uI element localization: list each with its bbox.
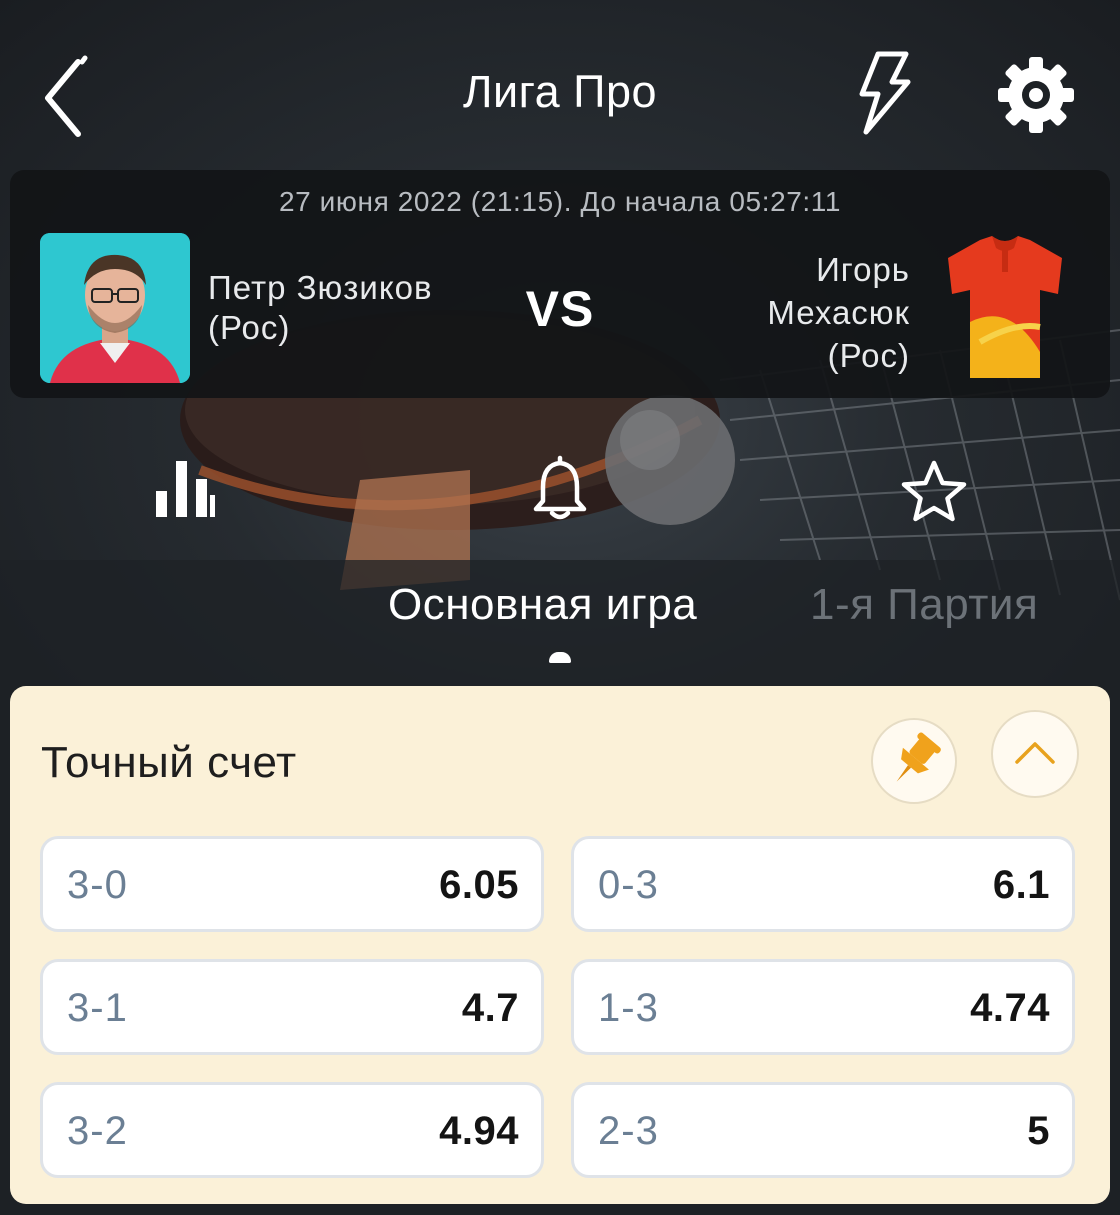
tab-main-game[interactable]: Основная игра xyxy=(388,580,697,630)
pin-market-button[interactable] xyxy=(871,718,957,804)
page-title: Лига Про xyxy=(462,66,658,117)
odds-value: 6.05 xyxy=(439,863,519,907)
player2-name: Игорь Мехасюк (Рос) xyxy=(610,248,910,377)
odds-value: 4.94 xyxy=(439,1109,519,1153)
match-datetime: 27 июня 2022 (21:15). До начала 05:27:11 xyxy=(278,186,842,217)
gear-icon xyxy=(998,57,1074,133)
player1-name-line: Петр Зюзиков xyxy=(208,269,433,306)
player2-name-line2: Мехасюк xyxy=(767,294,910,331)
match-actions xyxy=(0,455,1120,525)
statistics-button[interactable] xyxy=(150,455,220,525)
favorite-button[interactable] xyxy=(898,457,970,525)
player1-avatar[interactable] xyxy=(40,233,190,383)
player2-avatar[interactable] xyxy=(940,232,1070,382)
collapse-market-button[interactable] xyxy=(991,710,1079,798)
vs-label: VS xyxy=(525,281,595,337)
match-info-card: 27 июня 2022 (21:15). До начала 05:27:11… xyxy=(10,170,1110,398)
player2-country: (Рос) xyxy=(827,337,910,374)
tab-first-set[interactable]: 1-я Партия xyxy=(810,580,1038,630)
top-navigation-bar: Лига Про xyxy=(0,40,1120,150)
exact-score-market: Точный счет 3-0 6.05 0-3 6.1 3-1 4.7 1-3… xyxy=(10,686,1110,1204)
odds-score: 0-3 xyxy=(598,863,659,907)
player1-country: (Рос) xyxy=(208,309,291,346)
notifications-button[interactable] xyxy=(525,455,595,525)
settings-button[interactable] xyxy=(995,54,1077,136)
market-tabs: Основная игра 1-я Партия xyxy=(0,580,1120,670)
active-tab-indicator xyxy=(549,652,571,663)
odds-score: 3-0 xyxy=(67,863,128,907)
market-title: Точный счет xyxy=(41,738,297,787)
pin-icon xyxy=(896,732,941,782)
lightning-icon xyxy=(859,51,911,135)
odds-button[interactable]: 3-1 4.7 xyxy=(40,959,544,1055)
odds-value: 6.1 xyxy=(992,863,1050,907)
odds-value: 4.7 xyxy=(461,986,519,1030)
odds-score: 3-2 xyxy=(67,1109,128,1153)
odds-button[interactable]: 0-3 6.1 xyxy=(571,836,1075,932)
odds-score: 3-1 xyxy=(67,986,128,1030)
odds-score: 1-3 xyxy=(598,986,659,1030)
chevron-up-icon xyxy=(1015,742,1055,764)
jersey-icon xyxy=(948,236,1062,378)
player2-name-line1: Игорь xyxy=(816,251,910,288)
stats-icon xyxy=(156,461,215,517)
live-button[interactable] xyxy=(850,50,920,135)
player1-name: Петр Зюзиков (Рос) xyxy=(208,268,433,348)
bell-icon xyxy=(533,455,587,520)
odds-button[interactable]: 2-3 5 xyxy=(571,1082,1075,1178)
odds-button[interactable]: 3-2 4.94 xyxy=(40,1082,544,1178)
odds-value: 4.74 xyxy=(970,986,1050,1030)
odds-button[interactable]: 3-0 6.05 xyxy=(40,836,544,932)
odds-value: 5 xyxy=(1027,1109,1050,1153)
star-icon xyxy=(901,460,967,522)
odds-score: 2-3 xyxy=(598,1109,659,1153)
odds-button[interactable]: 1-3 4.74 xyxy=(571,959,1075,1055)
